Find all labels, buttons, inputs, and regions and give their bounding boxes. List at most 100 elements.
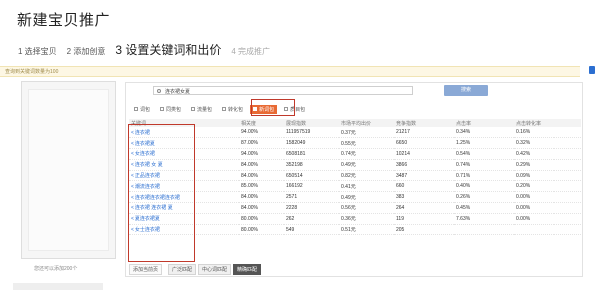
cell-avg-bid: 0.49元 (339, 159, 394, 171)
cell-competition: 3487 (394, 170, 454, 182)
cell-impressions: 6508181 (284, 148, 339, 160)
row-select-cell (554, 127, 581, 139)
cell-competition: 3866 (394, 159, 454, 171)
header-competition[interactable]: 竞争指数 (394, 119, 454, 127)
phrase-match-button[interactable]: 中心词匹配 (198, 264, 232, 275)
row-select-cell (554, 148, 581, 160)
cell-ctr: 0.71% (454, 170, 514, 182)
table-row[interactable]: <潮流连衣裙 85.00% 166192 0.41元 660 0.40% 0.20% (129, 180, 581, 193)
filter-tab-wordpack[interactable]: 词包 (131, 105, 153, 114)
cell-impressions: 352198 (284, 159, 339, 171)
table-row[interactable]: <连衣裙 连衣裙 夏 84.00% 2228 0.56元 264 0.45% 0.00% (129, 202, 581, 214)
cell-impressions: 262 (284, 213, 339, 225)
cell-ctr: 0.74% (454, 159, 514, 171)
header-avg-bid[interactable]: 市场平均出价 (339, 119, 394, 127)
cell-impressions: 111957519 (284, 127, 339, 139)
cell-relevance: 80.00% (239, 213, 284, 225)
cell-avg-bid: 0.51元 (339, 224, 394, 236)
search-input[interactable]: 连衣裙女夏 (153, 86, 413, 95)
checkbox-icon (134, 107, 138, 111)
cell-competition: 119 (394, 213, 454, 225)
checkbox-icon (191, 107, 196, 111)
cell-cvr: 0.29% (514, 159, 554, 171)
cell-avg-bid: 0.49元 (339, 191, 394, 204)
row-select-cell (554, 170, 581, 182)
table-row[interactable]: <连衣裙 女 夏 84.00% 352198 0.49元 3866 0.74% 0.29% (129, 159, 581, 171)
cell-avg-bid: 0.41元 (339, 180, 394, 193)
bottom-bar: 添加当前页 广泛匹配 中心词匹配 精确匹配 (129, 264, 263, 275)
cell-ctr: 0.40% (454, 180, 514, 193)
cell-ctr (454, 224, 514, 236)
cell-cvr: 0.00% (514, 191, 554, 204)
checkbox-icon (160, 107, 165, 111)
notice-bar: 查询到关键词数量为100 (0, 66, 580, 77)
table-row[interactable]: <连衣裙夏 87.00% 1582049 0.55元 6650 1.25% 0.32% (129, 137, 581, 150)
search-icon (157, 89, 161, 93)
row-select-cell (554, 213, 581, 225)
cell-impressions: 549 (284, 224, 339, 236)
filter-tab-traffic[interactable]: 流量包 (188, 105, 215, 114)
filter-tab-similar[interactable]: 同类包 (157, 105, 184, 114)
cell-impressions: 2571 (284, 191, 339, 204)
table-row[interactable]: <女士连衣裙 80.00% 549 0.51元 205 (129, 224, 581, 236)
row-select-cell (554, 159, 581, 171)
cell-competition: 10214 (394, 148, 454, 160)
row-select-cell (554, 137, 581, 150)
header-relevance[interactable]: 相关度 (239, 119, 284, 127)
search-button[interactable]: 搜索 (444, 85, 488, 96)
header-impressions[interactable]: 展现指数 (284, 119, 339, 127)
cell-ctr: 7.63% (454, 213, 514, 225)
side-tab-icon[interactable] (589, 66, 595, 74)
cell-cvr: 0.42% (514, 148, 554, 160)
cell-ctr: 0.26% (454, 191, 514, 204)
cell-ctr: 0.45% (454, 202, 514, 214)
cell-cvr: 0.16% (514, 127, 554, 139)
row-select-cell (554, 224, 581, 236)
step-indicator: 1 选择宝贝 2 添加创意 3 设置关键词和出价 4 完成推广 (18, 41, 280, 57)
step-3-current: 3 设置关键词和出价 (115, 43, 222, 57)
row-select-cell (554, 202, 581, 214)
table-row[interactable]: <连衣裙连衣裙连衣裙 84.00% 2571 0.49元 383 0.26% 0.00% (129, 191, 581, 204)
cell-competition: 6650 (394, 137, 454, 150)
cell-cvr: 0.00% (514, 213, 554, 225)
cell-relevance: 87.00% (239, 137, 284, 150)
cell-competition: 21217 (394, 127, 454, 139)
cell-relevance: 84.00% (239, 159, 284, 171)
step-1[interactable]: 1 选择宝贝 (18, 46, 57, 57)
table-row[interactable]: <夏连衣裙夏 80.00% 262 0.36元 119 7.63% 0.00% (129, 213, 581, 225)
table-row[interactable]: <连衣裙 94.00% 111957519 0.37元 21217 0.34% 0.16% (129, 127, 581, 139)
cell-avg-bid: 0.82元 (339, 170, 394, 182)
cell-impressions: 650514 (284, 170, 339, 182)
header-ctr[interactable]: 点击率 (454, 119, 514, 127)
row-select-cell (554, 191, 581, 204)
cell-impressions: 1582049 (284, 137, 339, 150)
table-header-row: 关键词 相关度 展现指数 市场平均出价 竞争指数 点击率 点击转化率 (129, 119, 581, 127)
cell-avg-bid: 0.55元 (339, 137, 394, 150)
add-current-page-button[interactable]: 添加当前页 (129, 264, 163, 275)
cell-relevance: 84.00% (239, 191, 284, 204)
cell-competition: 205 (394, 224, 454, 236)
cell-relevance: 84.00% (239, 202, 284, 214)
exact-match-button[interactable]: 精确匹配 (233, 264, 262, 275)
cell-cvr: 0.09% (514, 170, 554, 182)
table-row[interactable]: <正品连衣裙 84.00% 650514 0.82元 3487 0.71% 0.09% (129, 170, 581, 182)
cell-relevance: 85.00% (239, 180, 284, 193)
cell-cvr: 0.20% (514, 180, 554, 193)
filter-tab-conversion[interactable]: 转化包 (219, 105, 246, 114)
cell-avg-bid: 0.56元 (339, 202, 394, 214)
selected-keywords-panel (21, 81, 116, 259)
bottom-status-bar (13, 283, 103, 290)
cell-cvr: 0.32% (514, 137, 554, 150)
cell-cvr (514, 224, 554, 236)
cell-avg-bid: 0.37元 (339, 127, 394, 139)
keyword-table: 关键词 相关度 展现指数 市场平均出价 竞争指数 点击率 点击转化率 <连衣裙 9… (129, 119, 581, 236)
cell-relevance: 94.00% (239, 127, 284, 139)
cell-relevance: 84.00% (239, 170, 284, 182)
broad-match-button[interactable]: 广泛匹配 (168, 264, 197, 275)
selected-keywords-list[interactable] (28, 89, 109, 251)
row-select-cell (554, 180, 581, 193)
step-2[interactable]: 2 添加创意 (67, 46, 106, 57)
new-words-highlight-box (251, 99, 295, 116)
header-cvr[interactable]: 点击转化率 (514, 119, 554, 127)
table-row[interactable]: <女连衣裙 94.00% 6508181 0.74元 10214 0.54% 0.42% (129, 148, 581, 160)
